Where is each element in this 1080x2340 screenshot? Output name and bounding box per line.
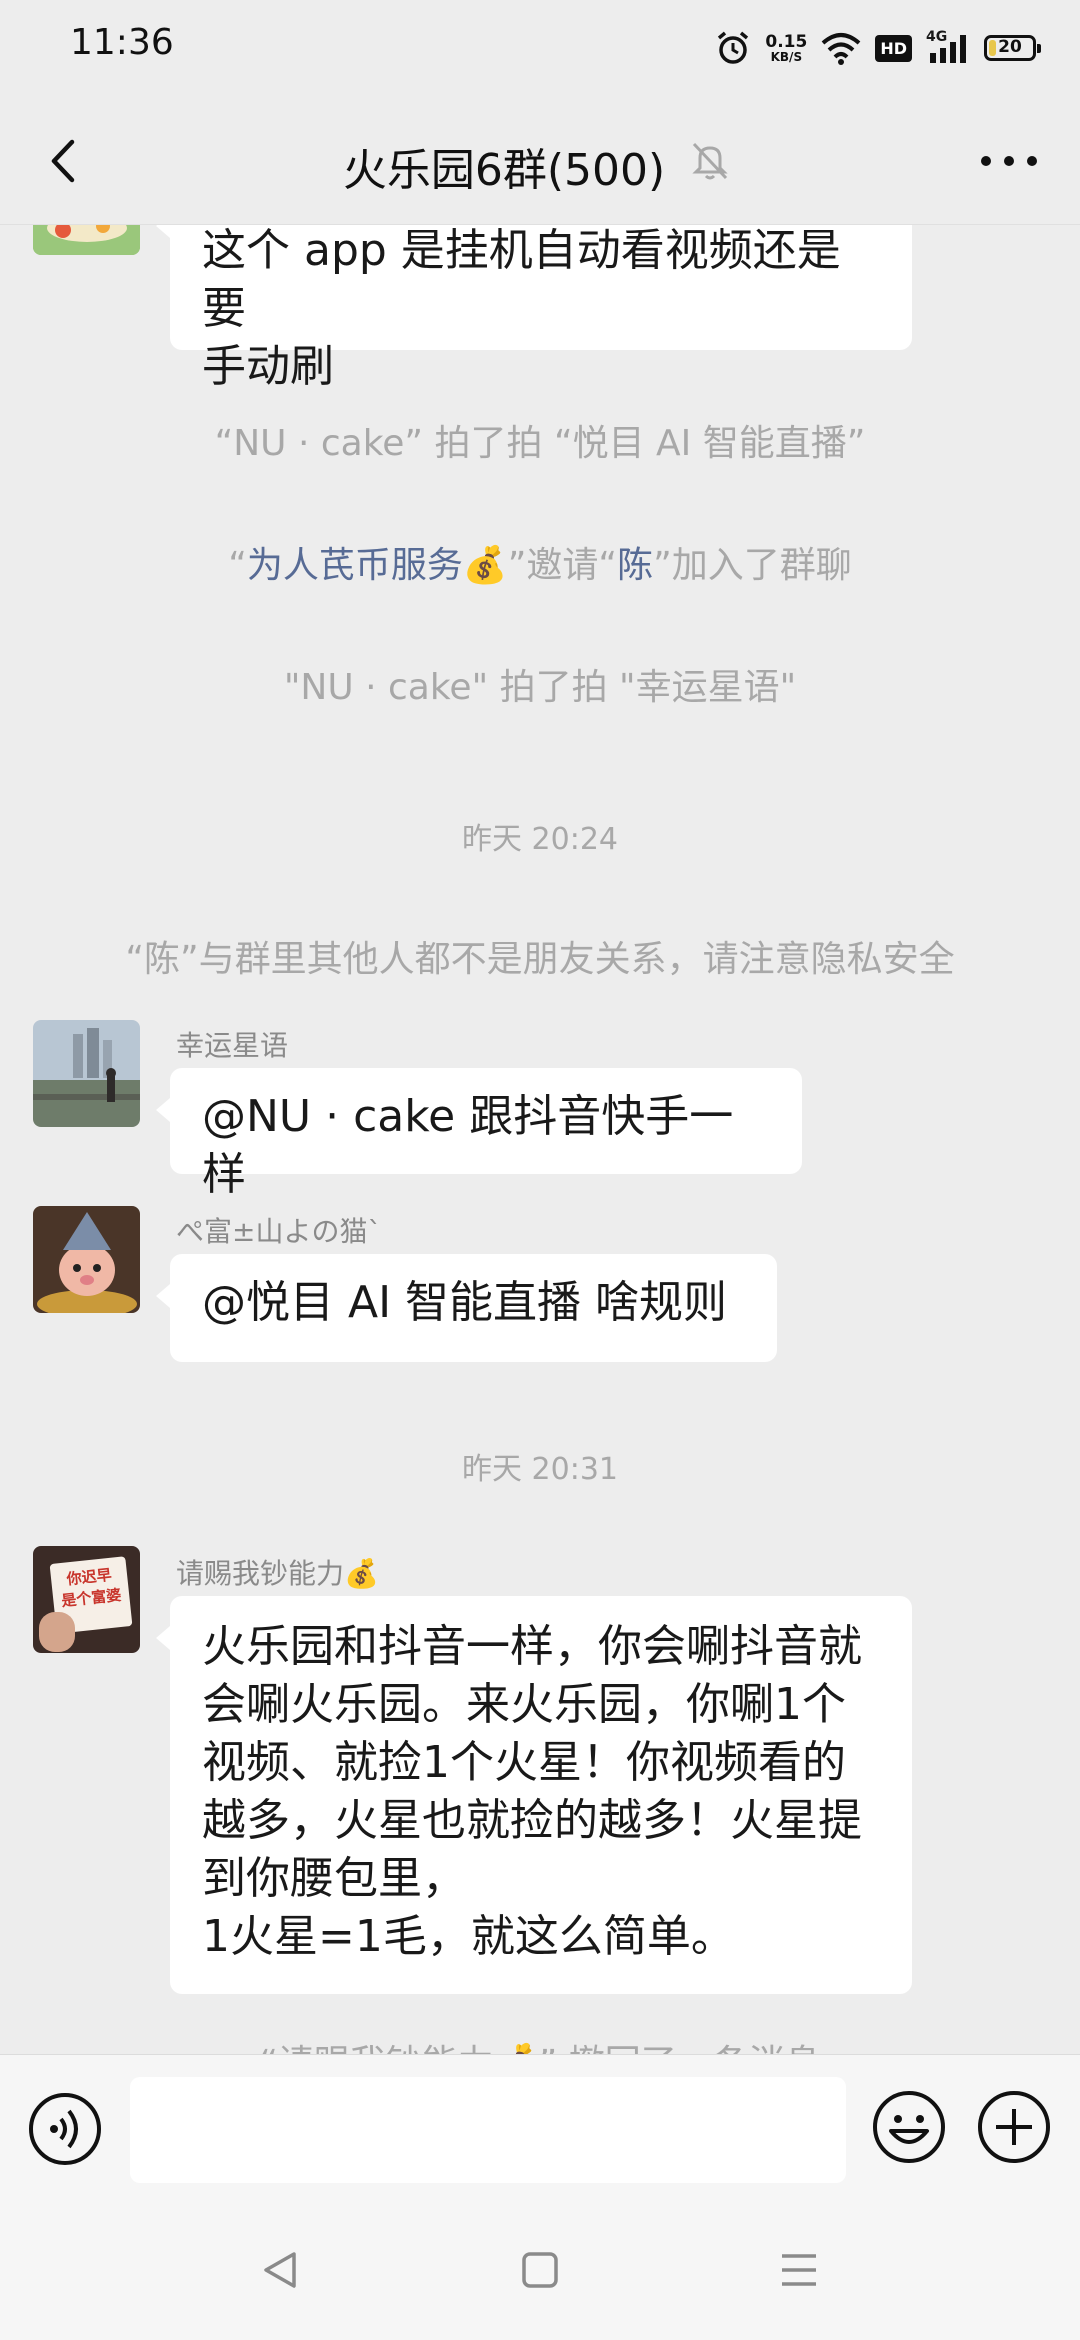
timestamp: 昨天 20:24 (462, 822, 618, 857)
message-line: 视频、就捡1个火星！你视频看的 (202, 1737, 846, 1788)
alarm-icon (718, 31, 749, 64)
nav-menu-icon[interactable] (778, 2250, 820, 2290)
inviter-link[interactable]: 为人芪币服务💰 (247, 545, 508, 586)
status-time: 11:36 (70, 22, 174, 63)
net-speed-value: 0.15 (765, 31, 808, 52)
message-text: 这个 app 是挂机自动看视频还是要 (202, 225, 841, 334)
page-title: 火乐园6群(500) (0, 134, 1080, 198)
sender-name: 请赐我钞能力💰 (176, 1557, 379, 1590)
mute-bell-icon (692, 142, 728, 180)
battery-icon: 20 (984, 35, 1041, 61)
system-message: “为人芪币服务💰”邀请“陈”加入了群聊 (0, 536, 1080, 588)
sys-text: ”邀请“ (507, 545, 618, 586)
system-message: "NU · cake" 拍了拍 "幸运星语" (283, 667, 797, 708)
status-bar: 11:36 0.15 KB/S HD 4G 20 (0, 0, 1080, 96)
status-icons: 0.15 KB/S HD 4G 20 (715, 26, 1041, 70)
privacy-notice: “陈”与群里其他人都不是朋友关系，请注意隐私安全 (125, 939, 955, 980)
emoji-icon[interactable] (871, 2089, 947, 2165)
more-dots-icon[interactable] (974, 136, 1044, 186)
avatar[interactable] (33, 224, 140, 255)
sys-text: ”加入了群聊 (653, 545, 852, 586)
invitee-link[interactable]: 陈 (617, 545, 653, 586)
message-line: 火乐园和抖音一样，你会唰抖音就 (202, 1621, 862, 1672)
message-input[interactable] (130, 2077, 846, 2183)
input-bar (0, 2054, 1080, 2201)
message-bubble[interactable]: 这个 app 是挂机自动看视频还是要 手动刷 (156, 224, 912, 392)
chat-header: 火乐园6群(500) (0, 96, 1080, 225)
voice-icon[interactable] (27, 2091, 103, 2167)
system-message: “NU · cake” 拍了拍 “悦目 AI 智能直播” (214, 423, 866, 464)
battery-level: 20 (998, 37, 1022, 57)
timestamp: 昨天 20:31 (462, 1452, 618, 1487)
message-text: @悦目 AI 智能直播 啥规则 (202, 1277, 728, 1328)
message-bubble[interactable]: @NU · cake 跟抖音快手一样 (156, 1068, 802, 1200)
sender-name: ぺ富±山よの猫` (176, 1215, 382, 1248)
message-bubble[interactable]: 火乐园和抖音一样，你会唰抖音就 会唰火乐园。来火乐园，你唰1个 视频、就捡1个火… (156, 1596, 912, 1994)
avatar[interactable]: 你迟早 是个富婆 (33, 1546, 140, 1653)
message-text: @NU · cake 跟抖音快手一样 (202, 1091, 734, 1200)
system-message: “请赐我钞能力💰” 撤回了一条消息 (0, 2034, 1080, 2054)
system-nav-bar (0, 2200, 1080, 2340)
message-bubble[interactable]: @悦目 AI 智能直播 啥规则 (156, 1254, 777, 1362)
signal-icon: 4G (926, 29, 970, 65)
plus-icon[interactable] (976, 2089, 1052, 2165)
message-line: 1火星=1毛，就这么简单。 (202, 1911, 735, 1962)
message-line: 会唰火乐园。来火乐园，你唰1个 (202, 1679, 846, 1730)
nav-home-icon[interactable] (520, 2250, 560, 2290)
nav-back-icon[interactable] (258, 2248, 302, 2292)
avatar[interactable] (33, 1206, 140, 1313)
group-name: 火乐园6群(500) (342, 145, 666, 196)
wifi-icon (822, 33, 861, 65)
message-line: 越多，火星也就捡的越多！火星提 (202, 1795, 862, 1846)
message-line: 到你腰包里， (202, 1853, 466, 1904)
hd-badge: HD (875, 34, 912, 62)
net-speed: 0.15 KB/S (765, 31, 808, 64)
message-text: 手动刷 (202, 341, 334, 392)
sender-name: 幸运星语 (176, 1029, 289, 1062)
chat-area[interactable]: 这个 app 是挂机自动看视频还是要 手动刷 “NU · cake” 拍了拍 “… (0, 224, 1080, 2054)
avatar[interactable] (33, 1020, 140, 1127)
sys-text: “ (228, 545, 247, 586)
net-speed-unit: KB/S (770, 49, 803, 64)
